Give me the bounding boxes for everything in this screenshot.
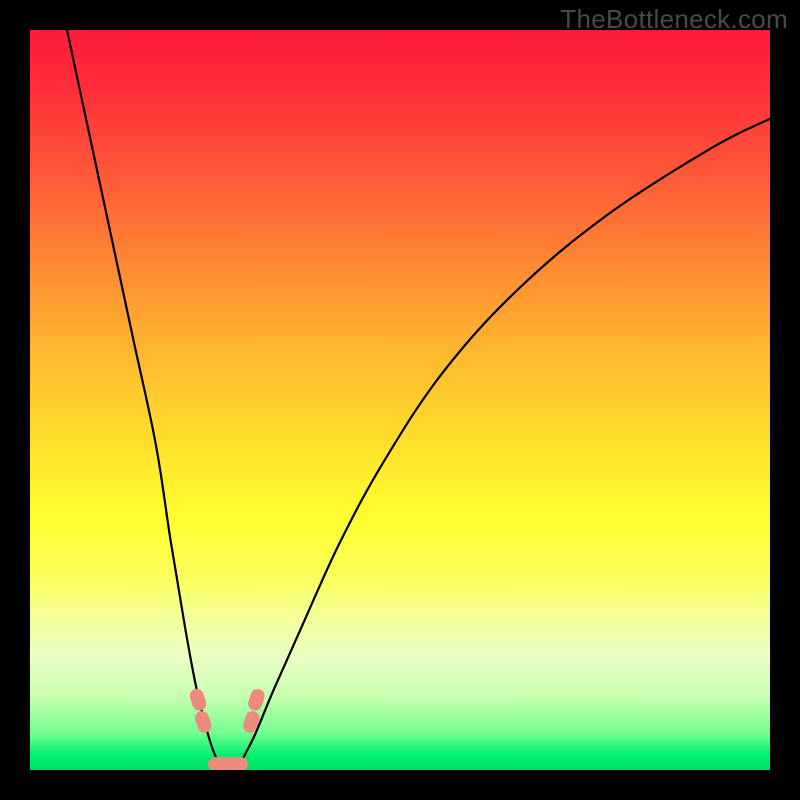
curve-right-branch — [237, 119, 770, 770]
marker-valley-bar — [208, 757, 248, 770]
marker-left-knee-lower — [193, 709, 213, 734]
marker-right-knee-upper — [246, 687, 266, 712]
plot-area — [30, 30, 770, 770]
marker-group — [188, 687, 267, 770]
marker-left-knee-upper — [188, 687, 208, 712]
marker-right-knee-lower — [241, 709, 261, 734]
bottleneck-curve — [30, 30, 770, 770]
curve-left-branch — [67, 30, 222, 770]
chart-frame: TheBottleneck.com — [0, 0, 800, 800]
